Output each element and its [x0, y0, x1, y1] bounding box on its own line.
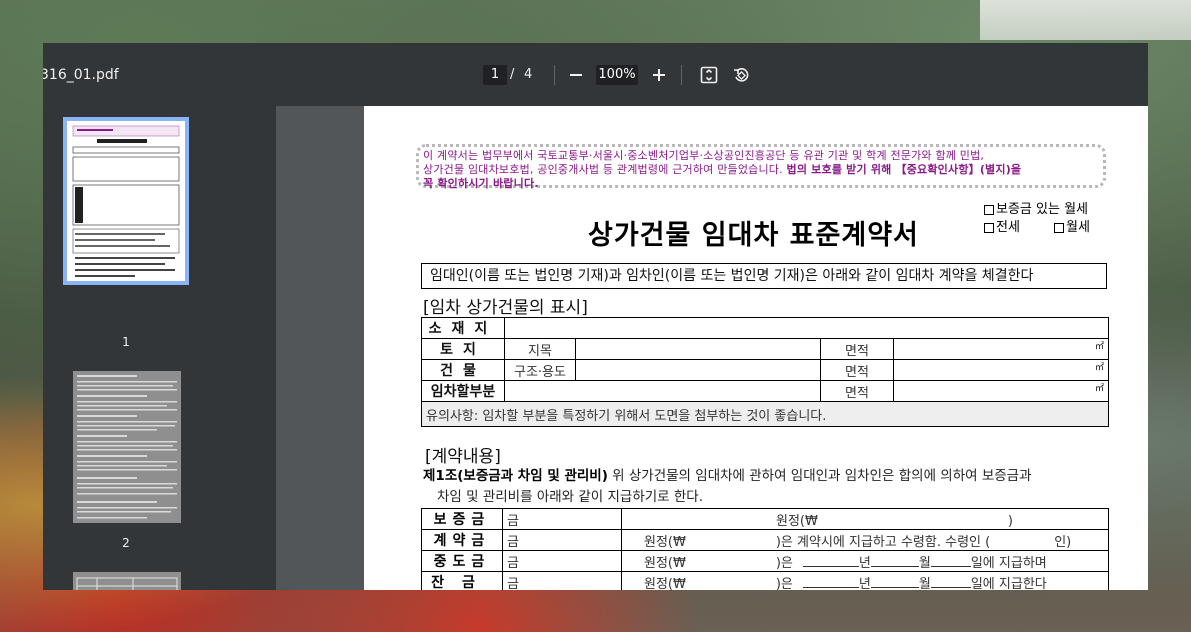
- amount-won-label: 원정(₩: [776, 513, 818, 529]
- day-terms: 일에 지급하며: [970, 555, 1047, 571]
- minus-icon: [570, 74, 582, 76]
- recipient-seal: 인): [1054, 534, 1072, 550]
- down-payment-currency: 금: [502, 529, 622, 551]
- page-thumbnail-preview: [72, 125, 180, 277]
- notice-line: 상가건물 임대차보호법, 공인중개사법 등 관계법령에 근거하여 만들었습니다.: [423, 163, 787, 176]
- pdf-toolbar: 316_01.pdf 1 / 4 100%: [43, 43, 1148, 106]
- building-structure-value: [575, 359, 821, 381]
- page-thumbnail[interactable]: [63, 117, 189, 285]
- deposit-label: 보증금: [421, 508, 503, 530]
- zoom-out-button[interactable]: [562, 61, 590, 89]
- notice-emphasis: 꼭 확인하시기 바랍니다.: [423, 177, 539, 190]
- building-label: 건물: [421, 359, 505, 381]
- rotate-icon: [734, 68, 749, 82]
- location-value: [504, 317, 1109, 339]
- year-label: 년: [858, 576, 871, 591]
- land-type-value: [575, 338, 821, 360]
- checkbox-icon: [1054, 222, 1064, 233]
- article-1-text: 위 상가건물의 임대차에 관하여 임대인과 임차인은 합의에 의하여 보증금과: [607, 468, 1032, 484]
- down-payment-label: 계약금: [421, 529, 503, 551]
- interim-payment-currency: 금: [502, 550, 622, 572]
- notice-emphasis: 법의 보호를 받기 위해 【중요확인사항】(별지)을: [786, 163, 1022, 176]
- section-heading-property: [임차 상가건물의 표시]: [423, 298, 588, 318]
- toolbar-divider: [681, 65, 682, 85]
- page-thumbnail-preview: [76, 577, 178, 590]
- balance-label: 잔금: [421, 571, 503, 590]
- balance-terms: )은: [775, 576, 793, 591]
- article-1: 제1조(보증금과 차임 및 관리비) 위 상가건물의 임대차에 관하여 임대인과…: [423, 466, 1113, 508]
- article-1-title: 제1조(보증금과 차임 및 관리비): [423, 468, 608, 484]
- toolbar-divider: [554, 65, 555, 85]
- down-payment-terms: )은 계약시에 지급하고 수령함. 수령인 (: [775, 534, 991, 550]
- area-label: 면적: [820, 359, 894, 381]
- interim-payment-label: 중도금: [421, 550, 503, 572]
- thumbnail-page-number: 1: [122, 335, 130, 349]
- checkbox-icon: [984, 222, 994, 233]
- land-sub-label: 지목: [504, 338, 576, 360]
- property-table: 소재지 토지 지목 면적 ㎡ 건물 구조·용도 면적 ㎡ 임차할부분 면적 ㎡ …: [421, 317, 1109, 427]
- balance-currency: 금: [502, 571, 622, 590]
- rotate-button[interactable]: [727, 61, 755, 89]
- year-label: 년: [858, 555, 871, 571]
- total-pages: 4: [524, 67, 533, 82]
- page-separator: /: [510, 67, 515, 82]
- down-payment-amount: 원정(₩ )은 계약시에 지급하고 수령함. 수령인 ( 인): [621, 529, 1109, 551]
- location-label: 소재지: [421, 317, 505, 339]
- current-page-input[interactable]: 1: [483, 65, 507, 85]
- option-label: 월세: [1066, 220, 1090, 235]
- area-label: 면적: [820, 380, 894, 402]
- page-thumbnail[interactable]: [73, 371, 181, 523]
- option-jeonse: 전세: [984, 216, 1020, 235]
- area-label: 면적: [820, 338, 894, 360]
- option-label: 보증금 있는 월세: [996, 202, 1088, 217]
- month-label: 월: [918, 555, 931, 571]
- fit-page-icon: [700, 66, 718, 84]
- option-label: 전세: [996, 220, 1020, 235]
- plus-icon: [653, 69, 665, 81]
- option-monthly: 월세: [1054, 216, 1090, 235]
- intro-statement: 임대인(이름 또는 법인명 기재)과 임차인(이름 또는 법인명 기재)은 아래…: [421, 263, 1107, 289]
- land-label: 토지: [421, 338, 505, 360]
- area-unit: ㎡: [893, 338, 1109, 360]
- section-heading-contract: [계약내용]: [425, 447, 501, 467]
- pdf-page: 이 계약서는 법무부에서 국토교통부·서울시·중소벤처기업부·소상공인진흥공단 …: [364, 106, 1148, 590]
- property-note: 유의사항: 임차할 부분을 특정하기 위해서 도면을 첨부하는 것이 좋습니다.: [421, 401, 1109, 427]
- page-thumbnail-preview: [73, 371, 181, 523]
- document-viewport[interactable]: 이 계약서는 법무부에서 국토교통부·서울시·중소벤처기업부·소상공인진흥공단 …: [276, 106, 1148, 590]
- zoom-in-button[interactable]: [645, 61, 673, 89]
- thumbnail-sidebar: 1 2: [43, 106, 276, 590]
- amount-won-label: 원정(₩: [644, 576, 686, 591]
- pdf-viewer-window: 316_01.pdf 1 / 4 100% 1 2 이 계약서는 법무부에서 국…: [43, 43, 1148, 590]
- option-deposit-monthly: 보증금 있는 월세: [984, 198, 1088, 217]
- document-filename: 316_01.pdf: [43, 67, 119, 83]
- thumbnail-page-number: 2: [122, 536, 130, 550]
- amount-won-label: 원정(₩: [644, 555, 686, 571]
- building-sub-label: 구조·용도: [504, 359, 576, 381]
- deposit-currency: 금: [502, 508, 622, 530]
- document-title: 상가건물 임대차 표준계약서: [588, 220, 919, 251]
- interim-terms: )은: [775, 555, 793, 571]
- fit-to-page-button[interactable]: [695, 61, 723, 89]
- balance-amount: 원정(₩ )은 년 월 일에 지급한다: [621, 571, 1109, 591]
- payment-table: 보증금 금 원정(₩) 계약금 금 원정(₩ )은 계약시에 지급하고 수령함. …: [421, 508, 1109, 590]
- article-1-text: 차임 및 관리비를 아래와 같이 지급하기로 한다.: [437, 489, 704, 505]
- day-terms: 일에 지급한다: [970, 576, 1047, 591]
- deposit-amount: 원정(₩): [621, 508, 1109, 530]
- leased-portion-value: [504, 380, 821, 402]
- month-label: 월: [918, 576, 931, 591]
- checkbox-icon: [984, 204, 994, 215]
- interim-payment-amount: 원정(₩ )은 년 월 일에 지급하며: [621, 550, 1109, 572]
- area-unit: ㎡: [893, 359, 1109, 381]
- leased-portion-label: 임차할부분: [421, 380, 505, 402]
- page-thumbnail[interactable]: [73, 572, 181, 590]
- zoom-level-input[interactable]: 100%: [596, 65, 638, 85]
- notice-line: 이 계약서는 법무부에서 국토교통부·서울시·중소벤처기업부·소상공인진흥공단 …: [423, 149, 985, 162]
- area-unit: ㎡: [893, 380, 1109, 402]
- desktop-background-highlight: [980, 0, 1191, 40]
- amount-won-label: 원정(₩: [644, 534, 686, 550]
- notice-box: 이 계약서는 법무부에서 국토교통부·서울시·중소벤처기업부·소상공인진흥공단 …: [416, 144, 1106, 190]
- amount-close: ): [1007, 513, 1013, 529]
